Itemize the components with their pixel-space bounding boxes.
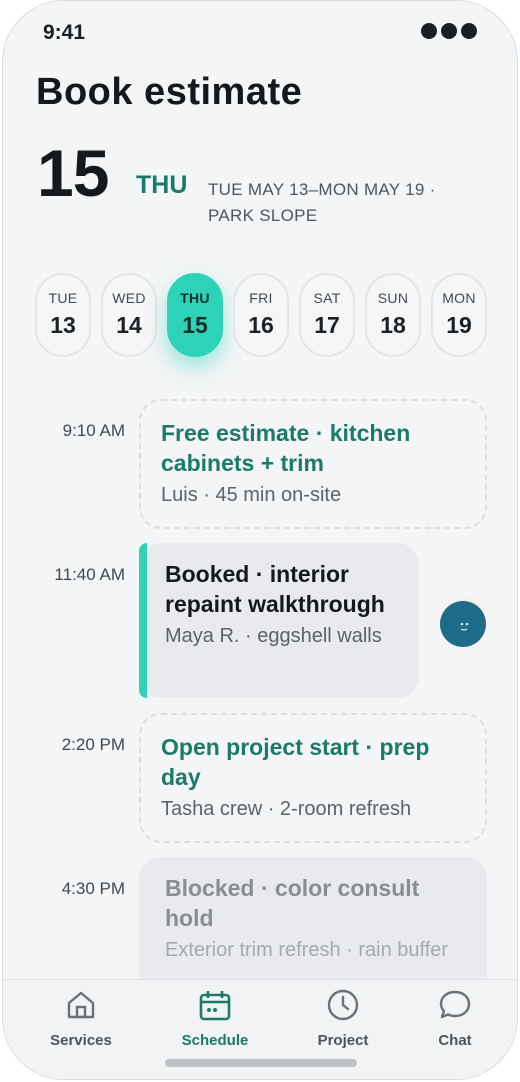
day-pill-mon[interactable]: MON 19 — [431, 273, 487, 357]
slot-title: Booked · interior repaint walkthrough — [165, 561, 385, 617]
clock-icon — [327, 989, 359, 1021]
slot-subtitle: Maya R. · eggshell walls — [165, 625, 382, 647]
slot-title: Blocked · color consult hold — [165, 875, 420, 931]
slot-card-open[interactable]: Open project start · prep day Tasha crew… — [139, 713, 487, 843]
status-indicators — [421, 23, 477, 39]
slot-subtitle: Tasha crew · 2-room refresh — [161, 798, 412, 820]
tab-label: Chat — [438, 1032, 472, 1049]
day-pill-fri[interactable]: FRI 16 — [233, 273, 289, 357]
slot-subtitle: Luis · 45 min on-site — [161, 484, 342, 506]
slot-card-open[interactable]: Free estimate · kitchen cabinets + trim … — [139, 399, 487, 529]
day-pill-dow: MON — [442, 290, 476, 306]
day-pill-dow: SAT — [313, 290, 341, 306]
selected-day-of-week: THU — [136, 171, 188, 199]
tab-label: Services — [50, 1032, 112, 1049]
day-pill-number: 16 — [248, 312, 274, 338]
slot-title: Free estimate · kitchen cabinets + trim — [161, 420, 411, 476]
day-pill-thu[interactable]: THU 15 — [167, 273, 223, 357]
day-pill-sun[interactable]: SUN 18 — [365, 273, 421, 357]
slot-title: Open project start · prep day — [161, 734, 430, 790]
calendar-icon — [199, 991, 231, 1021]
day-pill-dow: THU — [180, 290, 210, 306]
day-pill-dow: WED — [112, 290, 146, 306]
page-title: Book estimate — [36, 71, 303, 113]
status-dot — [441, 23, 457, 39]
day-pill-number: 15 — [182, 312, 208, 338]
tab-project[interactable]: Project — [288, 988, 398, 1049]
day-pill-dow: TUE — [48, 290, 78, 306]
status-dot — [421, 23, 437, 39]
slot-card-booked[interactable]: Booked · interior repaint walkthrough Ma… — [139, 543, 419, 698]
home-indicator — [165, 1059, 357, 1067]
tab-schedule[interactable]: Schedule — [160, 988, 270, 1049]
day-pill-number: 18 — [380, 312, 406, 338]
tab-services[interactable]: Services — [26, 988, 136, 1049]
slot-subtitle: Exterior trim refresh · rain buffer — [165, 939, 449, 961]
avatar[interactable] — [439, 598, 489, 648]
day-pill-wed[interactable]: WED 14 — [101, 273, 157, 357]
phone-frame: 9:41 Book estimate 15 THU TUE MAY 13–MON… — [2, 0, 518, 1080]
day-pill-tue[interactable]: TUE 13 — [35, 273, 91, 357]
status-time: 9:41 — [43, 21, 86, 44]
day-selector: TUE 13 WED 14 THU 15 FRI 16 SAT 17 SUN 1… — [35, 273, 491, 359]
day-pill-dow: SUN — [377, 290, 409, 306]
date-range-location: TUE MAY 13–MON MAY 19 · PARK SLOPE — [208, 180, 436, 225]
tab-label: Project — [317, 1032, 369, 1049]
home-icon — [67, 991, 95, 1019]
slot-time: 11:40 AM — [54, 565, 125, 584]
chat-bubble-icon — [439, 990, 471, 1019]
tab-label: Schedule — [181, 1032, 249, 1049]
booked-accent-bar — [139, 543, 147, 698]
tab-chat[interactable]: Chat — [400, 988, 510, 1049]
day-pill-number: 17 — [314, 312, 340, 338]
day-pill-sat[interactable]: SAT 17 — [299, 273, 355, 357]
day-pill-number: 19 — [446, 312, 472, 338]
slot-time: 9:10 AM — [62, 421, 125, 440]
selected-day-number: 15 — [37, 136, 109, 210]
slot-time: 2:20 PM — [61, 735, 125, 754]
day-pill-dow: FRI — [249, 290, 273, 306]
status-dot — [461, 23, 477, 39]
day-pill-number: 14 — [116, 312, 142, 338]
slot-time: 4:30 PM — [61, 879, 125, 898]
day-pill-number: 13 — [50, 312, 76, 338]
